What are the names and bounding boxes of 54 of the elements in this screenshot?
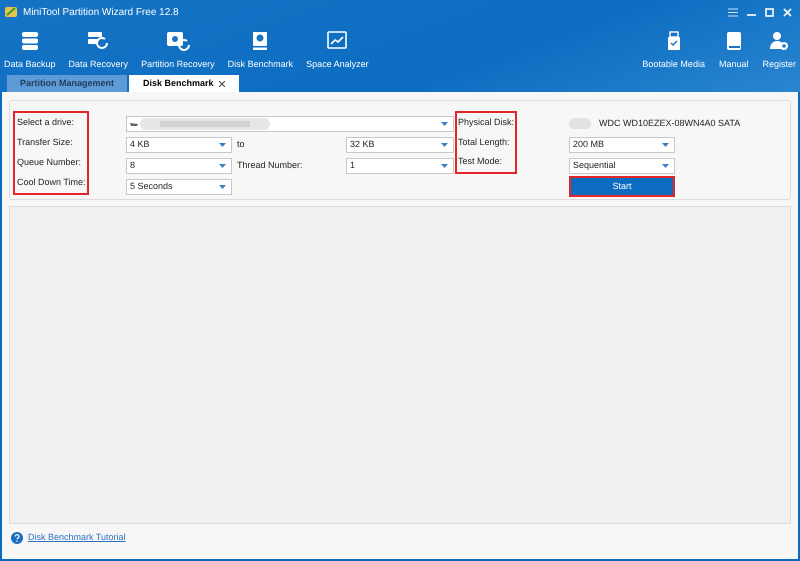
book-icon: [726, 31, 742, 51]
toolbar-button[interactable]: Bootable Media: [638, 31, 709, 71]
field-label: Queue Number:: [17, 156, 82, 170]
dropdown-caret-icon: [441, 122, 448, 126]
disk-refresh-icon: [166, 31, 190, 51]
dropdown-field[interactable]: Sequential: [569, 158, 675, 174]
dropdown-caret-icon: [219, 142, 226, 146]
window-title: MiniTool Partition Wizard Free 12.8: [23, 6, 179, 20]
toolbar-button[interactable]: Partition Recovery: [137, 31, 219, 71]
chart-window-icon: [327, 31, 348, 49]
physical-disk-name: WDC WD10EZEX-08WN4A0 SATA: [599, 116, 740, 130]
drive-icon: [130, 122, 138, 126]
app-logo-icon: [4, 5, 18, 19]
field-label: to: [237, 138, 245, 151]
toolbar-button[interactable]: Space Analyzer: [302, 31, 373, 71]
server-refresh-icon: [87, 31, 110, 51]
drive-field[interactable]: [126, 116, 454, 132]
help-icon[interactable]: [11, 532, 23, 544]
tab[interactable]: Disk Benchmark: [129, 75, 239, 92]
tutorial-link[interactable]: Disk Benchmark Tutorial: [28, 531, 126, 544]
toolbar-button[interactable]: Data Backup: [0, 31, 60, 71]
close-tab-icon[interactable]: [218, 80, 225, 86]
dropdown-caret-icon: [662, 164, 669, 168]
dropdown-field[interactable]: 5 Seconds: [126, 178, 232, 194]
database-icon: [20, 31, 39, 51]
field-label: Select a drive:: [17, 116, 74, 130]
toolbar-button[interactable]: Register: [758, 31, 800, 71]
field-label: Cool Down Time:: [17, 176, 86, 190]
field-label: Physical Disk:: [458, 116, 514, 130]
tab[interactable]: Partition Management: [7, 75, 127, 92]
dropdown-caret-icon: [662, 142, 669, 146]
field-label: Total Length:: [458, 136, 510, 149]
field-label: Test Mode:: [458, 155, 502, 168]
field-label: Transfer Size:: [17, 136, 73, 150]
dropdown-field[interactable]: 4 KB: [126, 136, 232, 152]
usb-drive-icon: [666, 31, 681, 51]
menu-icon[interactable]: [728, 8, 738, 16]
toolbar-button[interactable]: Disk Benchmark: [224, 31, 298, 71]
dropdown-caret-icon: [219, 164, 226, 168]
field-label: Thread Number:: [237, 158, 303, 172]
maximize-icon[interactable]: [765, 8, 774, 16]
dropdown-field[interactable]: 200 MB: [569, 136, 675, 152]
add-user-icon: [769, 31, 790, 51]
dropdown-caret-icon: [441, 164, 448, 168]
dropdown-caret-icon: [441, 142, 448, 146]
start-button[interactable]: Start: [569, 176, 675, 197]
close-icon[interactable]: [783, 8, 792, 16]
dropdown-field[interactable]: 1: [346, 158, 454, 174]
toolbar-button[interactable]: Manual: [714, 31, 752, 71]
dropdown-field[interactable]: 8: [126, 158, 232, 174]
dropdown-caret-icon: [219, 184, 226, 188]
hard-drive-icon: [252, 31, 268, 51]
toolbar-button[interactable]: Data Recovery: [64, 31, 132, 71]
dropdown-field[interactable]: 32 KB: [346, 136, 454, 152]
